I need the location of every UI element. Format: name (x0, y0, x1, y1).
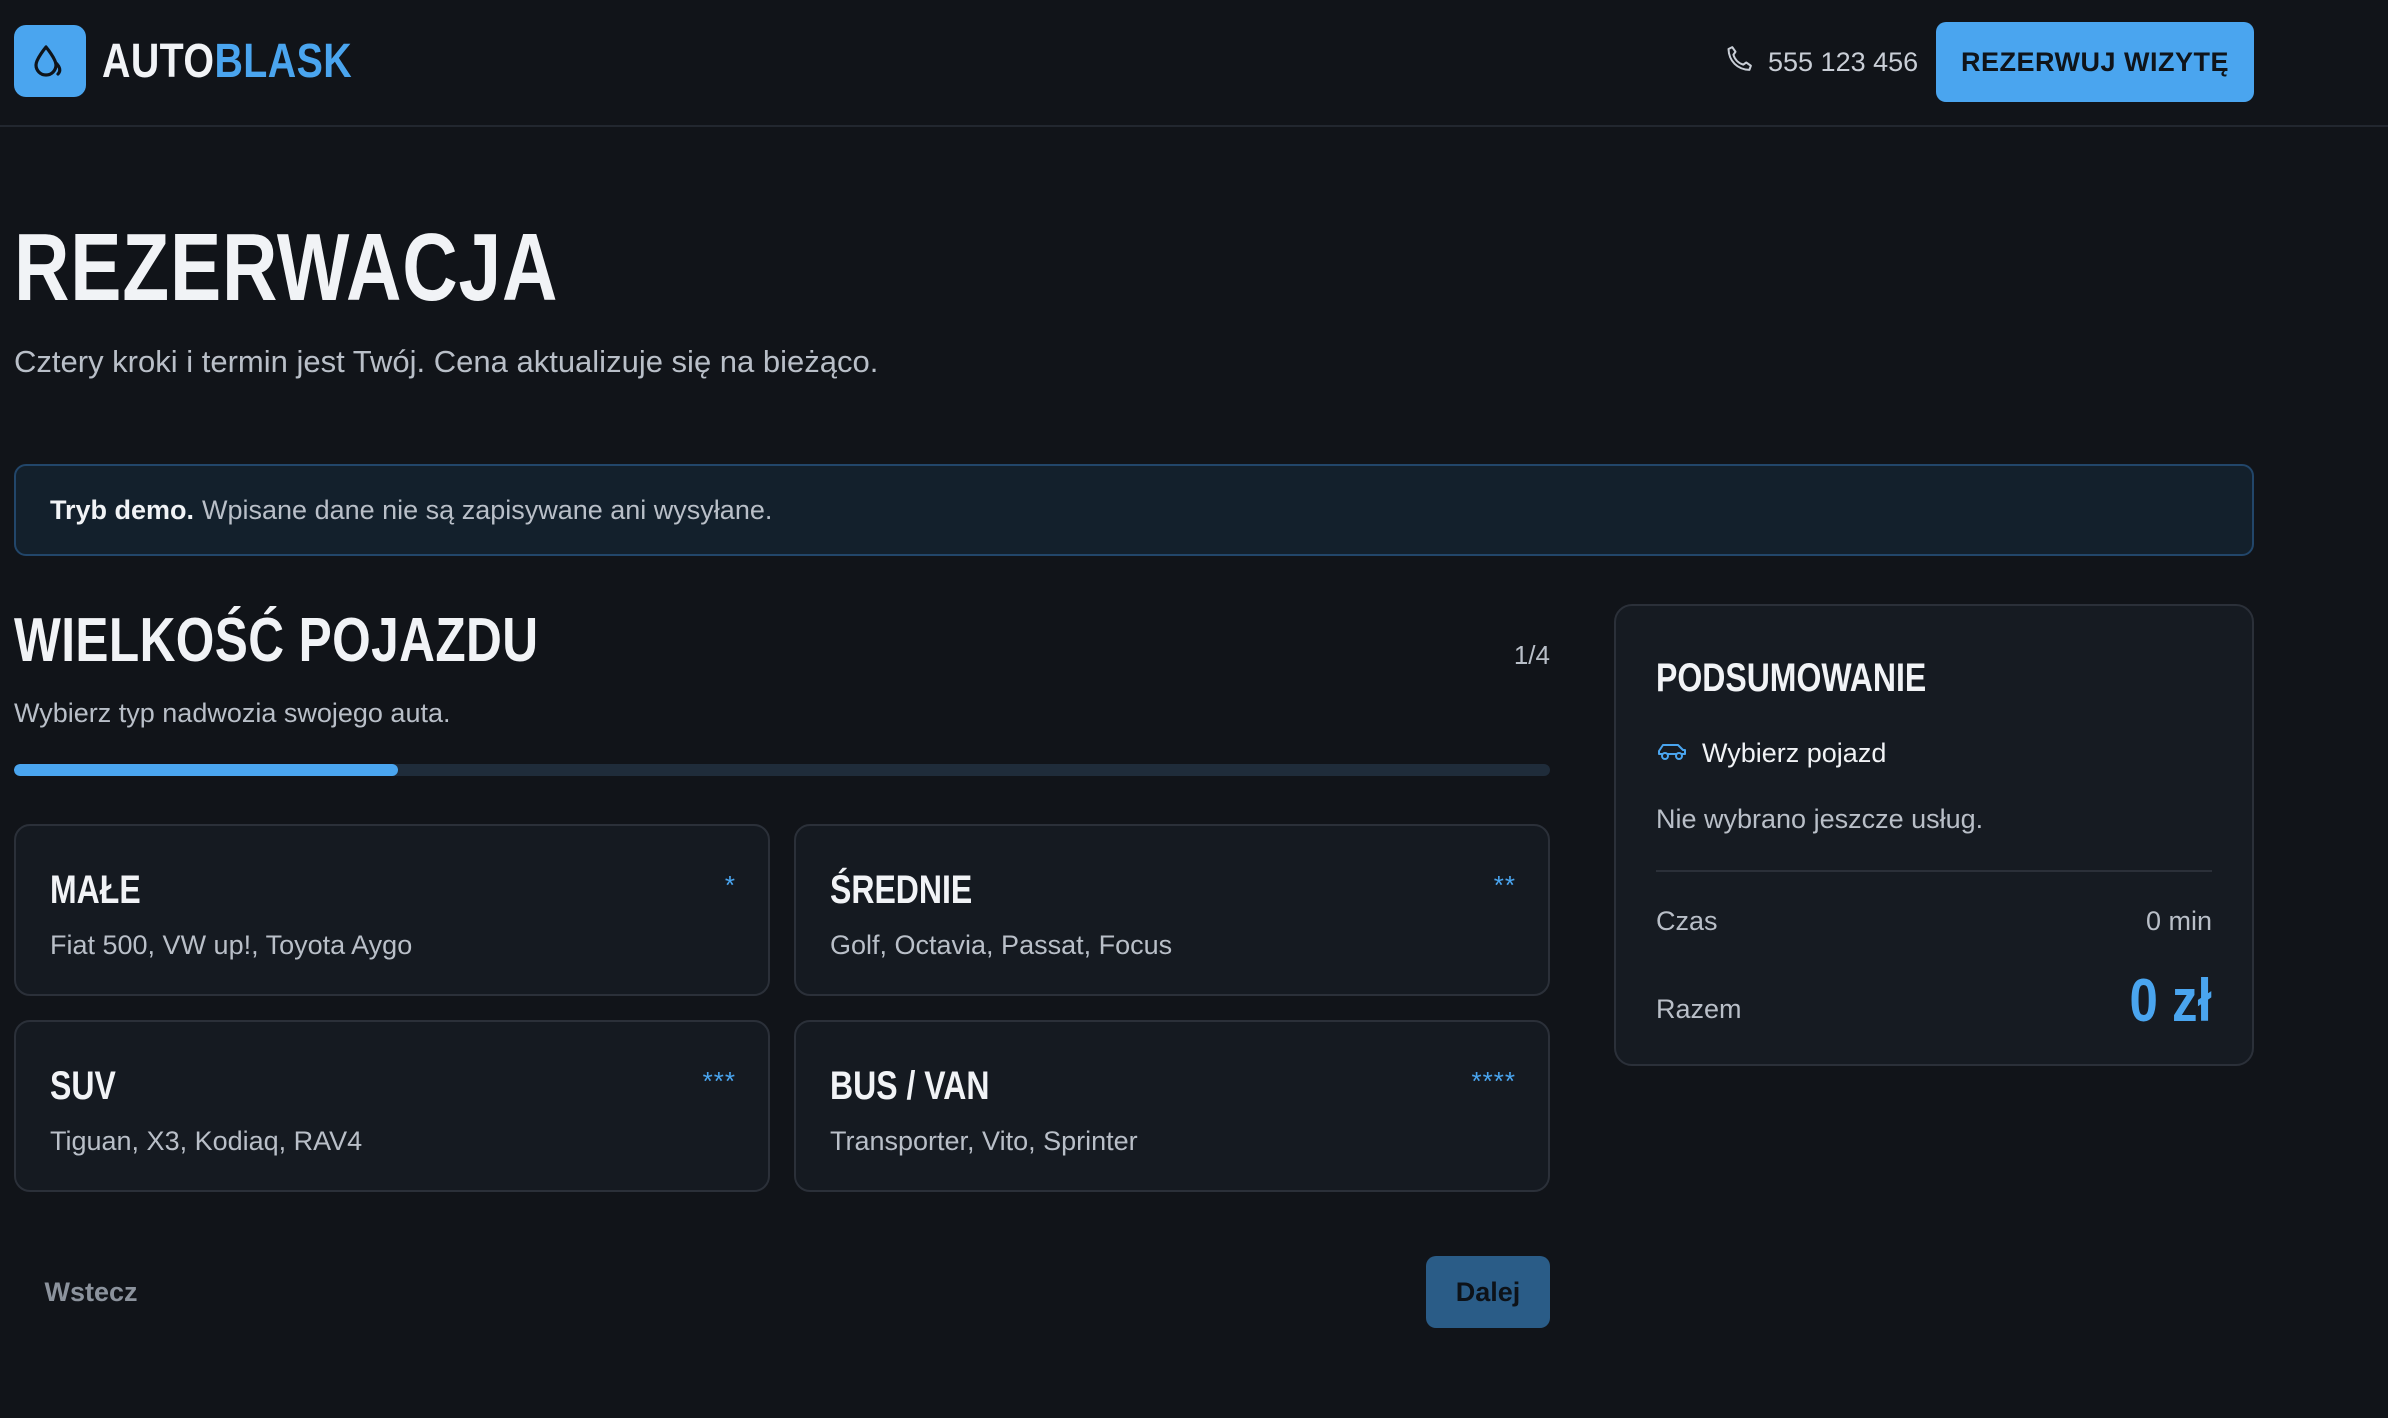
vehicle-option-name: MAŁE (50, 868, 141, 912)
step-description: Wybierz typ nadwozia swojego auta. (14, 698, 451, 728)
summary-time-label: Czas (1656, 906, 1718, 936)
top-bar: AUTOBLASK 555 123 456 REZERWUJ WIZYTĘ (0, 0, 2388, 127)
summary-time-row: Czas 0 min (1656, 906, 2212, 937)
vehicle-option-name: BUS / VAN (830, 1064, 990, 1108)
step-title: WIELKOŚĆ POJAZDU (14, 606, 539, 675)
demo-notice-text: Wpisane dane nie są zapisywane ani wysył… (202, 494, 773, 525)
vehicle-option-name: SUV (50, 1064, 116, 1108)
vehicle-option-models: Golf, Octavia, Passat, Focus (830, 930, 1173, 960)
vehicle-option-models: Fiat 500, VW up!, Toyota Aygo (50, 930, 413, 960)
summary-total-label: Razem (1656, 994, 1742, 1024)
brand-name: AUTOBLASK (102, 34, 353, 88)
vehicle-option-suv[interactable]: SUV *** Tiguan, X3, Kodiaq, RAV4 (14, 1020, 770, 1192)
summary-vehicle-label: Wybierz pojazd (1702, 738, 1887, 768)
book-visit-button[interactable]: REZERWUJ WIZYTĘ (1936, 22, 2254, 102)
back-button[interactable]: Wstecz (14, 1256, 168, 1328)
step-progress-fill (14, 764, 398, 776)
step-progress-bar (14, 764, 1550, 776)
summary-panel: PODSUMOWANIE Wybierz pojazd Nie wybrano … (1614, 604, 2254, 1066)
summary-time-value: 0 min (2145, 906, 2212, 936)
summary-total-value: 0 zł (2129, 967, 2212, 1034)
car-icon (1656, 738, 1688, 769)
vehicle-option-bus-van[interactable]: BUS / VAN **** Transporter, Vito, Sprint… (794, 1020, 1550, 1192)
phone-number: 555 123 456 (1768, 46, 1919, 77)
vehicle-option-size-rating: *** (702, 1066, 736, 1096)
vehicle-option-models: Transporter, Vito, Sprinter (830, 1126, 1138, 1156)
demo-notice-label: Tryb demo. (50, 494, 195, 525)
brand-logo[interactable]: AUTOBLASK (14, 24, 407, 98)
summary-total-row: Razem 0 zł (1656, 966, 2212, 1035)
vehicle-option-small[interactable]: MAŁE * Fiat 500, VW up!, Toyota Aygo (14, 824, 770, 996)
vehicle-option-name: ŚREDNIE (830, 868, 973, 912)
phone-icon (1724, 44, 1754, 81)
summary-vehicle: Wybierz pojazd (1656, 738, 1886, 769)
summary-services-empty: Nie wybrano jeszcze usług. (1656, 804, 1984, 834)
vehicle-option-size-rating: ** (1493, 870, 1516, 900)
page-title: REZERWACJA (14, 214, 559, 321)
vehicle-option-models: Tiguan, X3, Kodiaq, RAV4 (50, 1126, 363, 1156)
demo-notice: Tryb demo. Wpisane dane nie są zapisywan… (14, 464, 2254, 556)
summary-title: PODSUMOWANIE (1656, 656, 1927, 700)
summary-divider (1656, 870, 2212, 872)
next-button[interactable]: Dalej (1426, 1256, 1550, 1328)
vehicle-option-size-rating: * (724, 870, 736, 900)
phone-link[interactable]: 555 123 456 (1724, 38, 1918, 86)
page-subtitle: Cztery kroki i termin jest Twój. Cena ak… (14, 344, 879, 379)
vehicle-option-medium[interactable]: ŚREDNIE ** Golf, Octavia, Passat, Focus (794, 824, 1550, 996)
vehicle-option-size-rating: **** (1471, 1066, 1516, 1096)
step-counter: 1/4 (1513, 640, 1550, 670)
drop-logo-icon (14, 25, 86, 97)
